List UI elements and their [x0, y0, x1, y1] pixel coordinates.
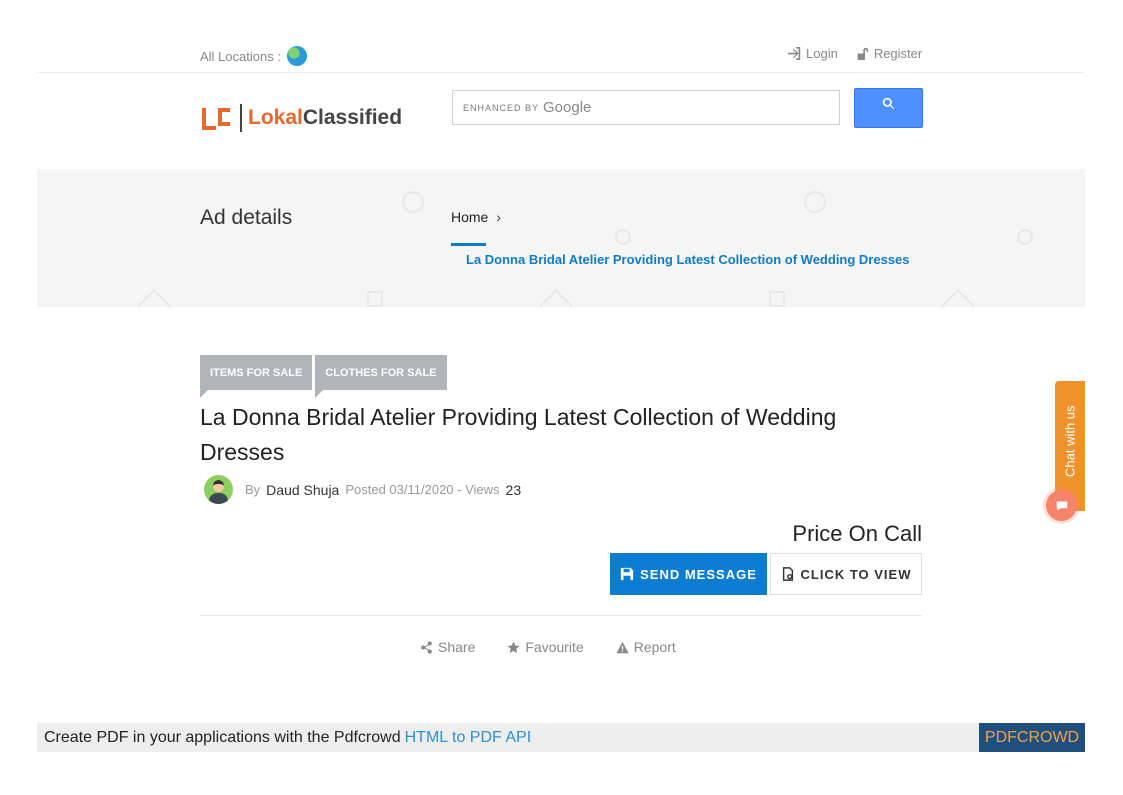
pdfcrowd-brand[interactable]: PDFCROWD: [979, 723, 1085, 752]
search-enhanced-by: ENHANCED BY: [463, 102, 540, 113]
send-message-button[interactable]: SEND MESSAGE: [610, 553, 767, 595]
decor-circle: [615, 229, 631, 245]
decor-square: [769, 291, 785, 307]
divider: [200, 615, 922, 616]
register-link[interactable]: Register: [856, 46, 922, 61]
chat-label: Chat with us: [1062, 405, 1078, 477]
sign-in-icon: [788, 47, 801, 60]
chat-button[interactable]: [1046, 490, 1077, 521]
pdfcrowd-bar: Create PDF in your applications with the…: [37, 723, 1085, 752]
breadcrumb-home-label: Home: [451, 209, 489, 225]
decor-square: [367, 291, 383, 307]
share-label: Share: [438, 639, 476, 655]
share-link[interactable]: Share: [420, 639, 475, 655]
top-bar: [37, 0, 1085, 73]
posted-label: Posted 03/11/2020 - Views: [345, 482, 500, 497]
search-button[interactable]: [854, 88, 923, 128]
page-title: Ad details: [200, 206, 293, 229]
login-link[interactable]: Login: [788, 46, 838, 61]
ad-actions: Share Favourite Report: [420, 639, 676, 655]
chat-bubble-icon: [1056, 501, 1067, 510]
decor-diamond: [137, 289, 171, 307]
avatar: [204, 475, 233, 504]
phone-document-icon: [782, 567, 793, 581]
ad-meta: By Daud Shuja Posted 03/11/2020 - Views …: [204, 475, 521, 504]
pdfcrowd-link[interactable]: HTML to PDF API: [405, 729, 532, 747]
views-count: 23: [505, 481, 522, 498]
login-label: Login: [806, 46, 838, 61]
search-input[interactable]: ENHANCED BY Google: [452, 90, 840, 125]
locations-label: All Locations :: [200, 48, 281, 64]
search-icon: [882, 97, 895, 110]
chevron-right-icon: ›: [496, 209, 502, 225]
report-label: Report: [633, 639, 676, 655]
star-icon: [507, 641, 520, 653]
category-tags: ITEMS FOR SALE CLOTHES FOR SALE: [200, 355, 447, 398]
page-banner: [37, 169, 1085, 307]
site-logo[interactable]: Lokal Classified: [202, 104, 402, 132]
register-label: Register: [873, 46, 923, 61]
favourite-link[interactable]: Favourite: [507, 639, 584, 655]
by-label: By: [245, 482, 261, 497]
globe-icon: [286, 46, 307, 66]
decor-circle: [1017, 229, 1033, 245]
report-link[interactable]: Report: [616, 639, 676, 655]
breadcrumb-current: La Donna Bridal Atelier Providing Latest…: [466, 252, 910, 267]
favourite-label: Favourite: [525, 639, 584, 655]
share-icon: [421, 640, 432, 654]
auth-links: Login Register: [788, 46, 922, 61]
send-message-label: SEND MESSAGE: [640, 566, 757, 582]
floppy-disk-icon: [621, 567, 634, 581]
breadcrumb-home[interactable]: Home ›: [451, 209, 501, 225]
decor-diamond: [941, 289, 975, 307]
author-name[interactable]: Daud Shuja: [266, 482, 339, 498]
logo-mark-icon: [202, 104, 234, 132]
price: Price On Call: [792, 521, 922, 546]
click-to-view-button[interactable]: CLICK TO VIEW: [770, 553, 922, 595]
decor-circle: [804, 191, 826, 213]
warning-icon: [616, 641, 629, 653]
logo-divider: [240, 104, 242, 132]
ad-title: La Donna Bridal Atelier Providing Latest…: [200, 404, 837, 465]
unlock-icon: [857, 47, 868, 60]
decor-circle: [402, 191, 424, 213]
decor-diamond: [539, 289, 573, 307]
locations-selector[interactable]: All Locations :: [200, 46, 307, 66]
logo-text-classified: Classified: [302, 106, 403, 129]
pdfcrowd-text: Create PDF in your applications with the…: [44, 728, 401, 746]
tag-clothes-for-sale[interactable]: CLOTHES FOR SALE: [315, 355, 447, 398]
breadcrumb-underline: [451, 243, 486, 246]
search-google-label: Google: [543, 99, 592, 116]
tag-items-for-sale[interactable]: ITEMS FOR SALE: [200, 355, 313, 398]
logo-text-lokal: Lokal: [248, 106, 303, 129]
click-to-view-label: CLICK TO VIEW: [800, 566, 912, 582]
